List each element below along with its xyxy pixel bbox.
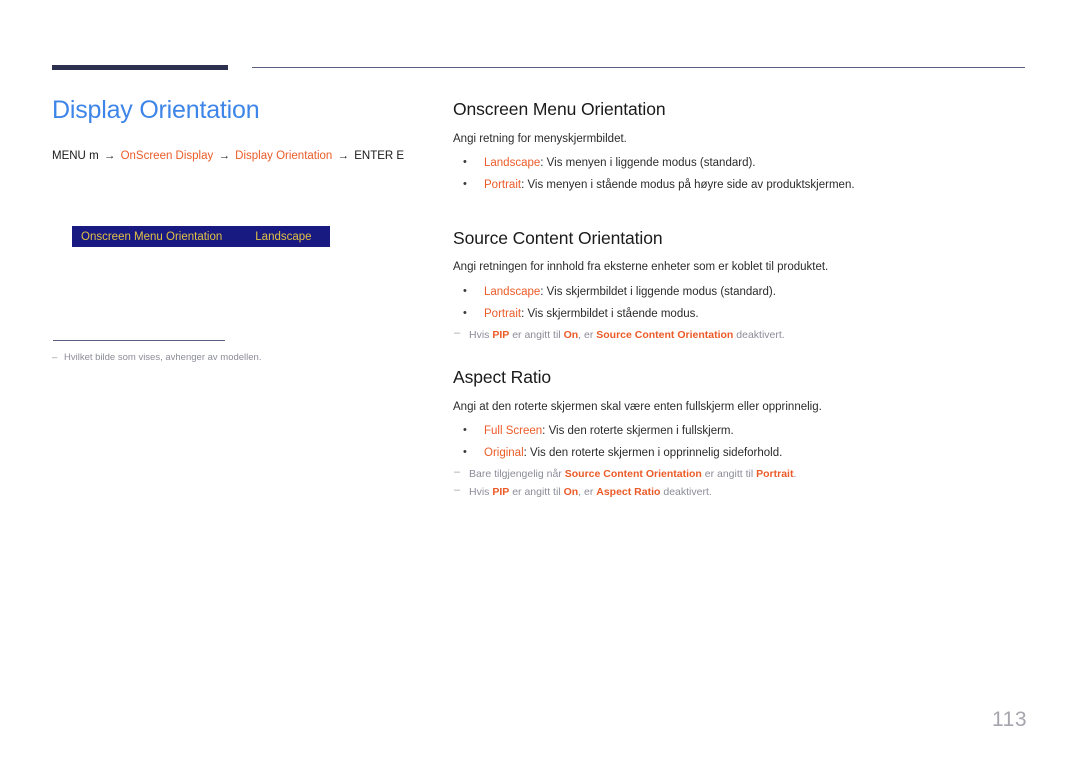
- option-term: Original: [484, 447, 524, 459]
- note-term: On: [563, 486, 579, 498]
- content-section: Source Content Orientation Angi retningen…: [453, 227, 1028, 344]
- breadcrumb-arrow-icon: →: [218, 150, 230, 163]
- section-intro-text: Angi at den roterte skjermen skal være e…: [453, 400, 822, 413]
- option-term: Portrait: [484, 179, 522, 192]
- option-description: Vis skjermbildet i stående modus.: [527, 307, 699, 320]
- enter-key-icon: E: [396, 150, 405, 163]
- option-description: Vis den roterte skjermen i opprinnelig s…: [530, 447, 783, 459]
- left-footnote-text: Hvilket bilde som vises, avhenger av mod…: [64, 352, 262, 363]
- footnote-dash-icon: –: [52, 352, 58, 363]
- option-list-item: Original: Vis den roterte skjermen i opp…: [453, 444, 1028, 462]
- section-title: Aspect Ratio: [453, 366, 552, 387]
- left-column: Display Orientation MENU m → OnScreen Di…: [52, 95, 422, 166]
- option-list-item: Portrait: Vis skjermbildet i stående mod…: [453, 305, 1028, 323]
- option-list-item: Full Screen: Vis den roterte skjermen i …: [453, 422, 1028, 440]
- option-description: Vis den roterte skjermen i fullskjerm.: [548, 424, 734, 437]
- note-text: er angitt til: [509, 486, 564, 498]
- note-text: er angitt til: [509, 329, 564, 341]
- breadcrumb-enter-label: ENTER: [354, 150, 394, 163]
- note-text: er angitt til: [701, 468, 757, 481]
- option-list-item: Landscape: Vis skjermbildet i liggende m…: [453, 282, 1028, 301]
- osd-menu-preview: Onscreen Menu Orientation Landscape: [72, 226, 330, 247]
- section-note: Hvis PIP er angitt til On, er Source Con…: [453, 325, 1028, 344]
- option-description: Vis menyen i stående modus på høyre side…: [527, 179, 855, 192]
- breadcrumb-arrow-icon: →: [337, 150, 350, 163]
- breadcrumb-path-display-orientation: Display Orientation: [235, 150, 333, 163]
- note-term: On: [563, 329, 579, 341]
- option-term: Landscape: [484, 157, 541, 169]
- osd-menu-item-label: Onscreen Menu Orientation: [81, 230, 223, 243]
- option-list-item: Landscape: Vis menyen i liggende modus (…: [453, 154, 1028, 172]
- option-list: Landscape: Vis menyen i liggende modus (…: [453, 154, 1028, 195]
- note-text: .: [793, 468, 797, 481]
- note-term: PIP: [492, 329, 510, 341]
- note-text: , er: [578, 486, 597, 498]
- menu-breadcrumb: MENU m → OnScreen Display → Display Orie…: [52, 148, 422, 165]
- note-text: Hvis: [469, 486, 493, 498]
- header-accent-bar: [52, 65, 228, 70]
- content-section: Aspect Ratio Angi at den roterte skjermen…: [453, 366, 1028, 501]
- page-number: 113: [992, 708, 1027, 731]
- left-footnote-divider: [53, 340, 225, 341]
- note-text: deaktivert.: [660, 486, 712, 498]
- section-title: Source Content Orientation: [453, 227, 663, 248]
- breadcrumb-path-onscreen-display: OnScreen Display: [120, 150, 214, 163]
- section-note: Bare tilgjengelig når Source Content Ori…: [453, 464, 1028, 483]
- content-section: Onscreen Menu Orientation Angi retning fo…: [453, 98, 1028, 195]
- note-text: deaktivert.: [733, 329, 785, 341]
- breadcrumb-arrow-icon: →: [103, 150, 116, 163]
- header-divider-line: [252, 67, 1025, 68]
- option-list-item: Portrait: Vis menyen i stående modus på …: [453, 176, 1028, 194]
- note-term: Source Content Orientation: [564, 468, 702, 481]
- note-term: PIP: [492, 486, 510, 498]
- option-term: Landscape: [484, 285, 541, 298]
- breadcrumb-menu-label: MENU: [52, 150, 86, 163]
- option-term: Portrait: [484, 307, 522, 320]
- option-term: Full Screen: [484, 424, 543, 437]
- note-term: Portrait: [756, 468, 794, 481]
- option-description: Vis menyen i liggende modus (standard).: [546, 157, 756, 169]
- note-term: Aspect Ratio: [596, 486, 661, 498]
- osd-menu-item-value: Landscape: [255, 230, 312, 243]
- menu-key-icon: m: [89, 150, 99, 163]
- option-list: Landscape: Vis skjermbildet i liggende m…: [453, 282, 1028, 324]
- left-footnote: – Hvilket bilde som vises, avhenger av mo…: [52, 351, 392, 365]
- note-term: Source Content Orientation: [596, 329, 734, 341]
- section-intro-text: Angi retning for menyskjermbildet.: [453, 132, 627, 145]
- section-title: Onscreen Menu Orientation: [453, 99, 666, 119]
- section-intro-text: Angi retningen for innhold fra eksterne …: [453, 261, 829, 274]
- section-note: Hvis PIP er angitt til On, er Aspect Rat…: [453, 482, 1028, 501]
- note-text: Hvis: [469, 329, 493, 341]
- page-title: Display Orientation: [52, 96, 260, 124]
- option-description: Vis skjermbildet i liggende modus (stand…: [546, 285, 776, 298]
- option-list: Full Screen: Vis den roterte skjermen i …: [453, 422, 1028, 463]
- right-column: Onscreen Menu Orientation Angi retning fo…: [453, 98, 1028, 501]
- document-page: Display Orientation MENU m → OnScreen Di…: [0, 0, 1080, 763]
- note-text: , er: [578, 329, 597, 341]
- note-text: Bare tilgjengelig når: [469, 468, 565, 481]
